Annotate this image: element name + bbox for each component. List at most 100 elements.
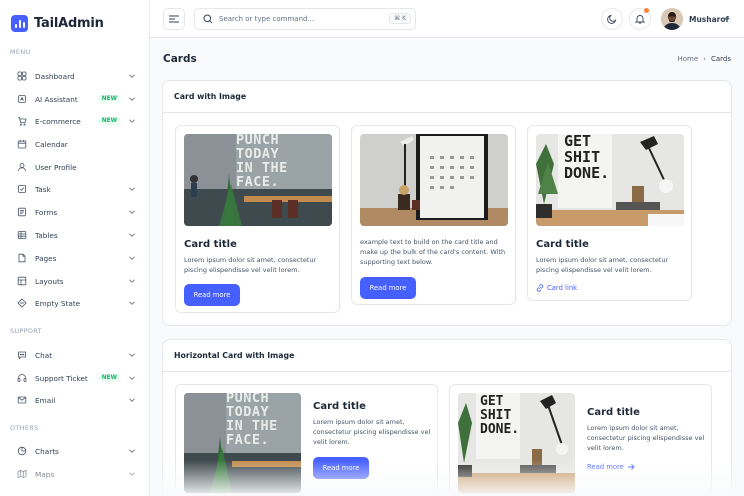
chevron-down-icon[interactable] xyxy=(128,231,136,239)
chevron-down-icon[interactable] xyxy=(128,72,136,80)
sidebar-item-email[interactable]: Email xyxy=(16,392,136,408)
sidebar-item-label: Task xyxy=(35,184,51,194)
sidebar-item-label: AI Assistant xyxy=(35,94,78,104)
logo[interactable]: TailAdmin xyxy=(11,15,104,32)
layouts-icon xyxy=(16,276,27,287)
card-text: Lorem ipsum dolor sit amet, consectetur … xyxy=(587,424,705,452)
sidebar-item-label: Support Ticket xyxy=(35,373,88,383)
mail-icon xyxy=(16,395,27,406)
chevron-down-icon[interactable] xyxy=(128,254,136,262)
image-caption: PUNCH TODAY IN THE FACE. xyxy=(236,134,288,190)
hamburger-icon xyxy=(169,15,179,23)
sidebar-item-user-profile[interactable]: User Profile xyxy=(16,159,136,175)
sidebar-item-label: Calendar xyxy=(35,139,68,149)
task-icon xyxy=(16,184,27,195)
breadcrumb-current: Cards xyxy=(710,55,731,63)
sidebar-item-calendar[interactable]: Calendar xyxy=(16,136,136,152)
notification-dot xyxy=(644,8,649,13)
sidebar-item-maps[interactable]: Maps xyxy=(16,466,136,482)
sidebar-toggle-button[interactable] xyxy=(163,8,185,30)
map-icon xyxy=(16,469,27,480)
sidebar-section-others: OTHERS xyxy=(10,424,39,432)
card-image-punch-today: PUNCH TODAY IN THE FACE. xyxy=(184,134,332,226)
sidebar-item-chat[interactable]: Chat xyxy=(16,347,136,363)
read-more-button[interactable]: Read more xyxy=(184,284,240,306)
chevron-down-icon[interactable] xyxy=(128,374,136,382)
read-more-link[interactable]: Read more xyxy=(587,463,635,471)
breadcrumb-home[interactable]: Home xyxy=(677,55,698,63)
card-link[interactable]: Card link xyxy=(536,284,577,292)
sidebar-item-empty-state[interactable]: Empty State xyxy=(16,295,136,311)
moon-icon xyxy=(607,14,617,24)
sidebar-item-tables[interactable]: Tables xyxy=(16,227,136,243)
search-input[interactable]: Search or type command... ⌘ K xyxy=(194,8,416,30)
card-text: Lorem ipsum dolor sit amet, consectetur … xyxy=(184,256,317,274)
sidebar-item-ai-assistant[interactable]: AI Assistant NEW xyxy=(16,91,136,107)
read-more-button[interactable]: Read more xyxy=(360,277,416,299)
search-icon xyxy=(203,14,213,24)
theme-toggle-button[interactable] xyxy=(601,8,623,30)
chevron-down-icon[interactable] xyxy=(723,15,731,23)
pie-chart-icon xyxy=(16,446,27,457)
card-text: example text to build on the card title … xyxy=(360,238,506,266)
sidebar-item-label: Tables xyxy=(35,230,58,240)
sidebar-item-label: Layouts xyxy=(35,276,64,286)
card-image-get-shit-done: GET SHIT DONE. xyxy=(536,134,684,226)
card-text: Lorem ipsum dolor sit amet, consectetur … xyxy=(313,418,431,446)
logo-icon xyxy=(11,15,28,32)
pages-icon xyxy=(16,253,27,264)
top-header: Search or type command... ⌘ K Musharof xyxy=(150,0,744,38)
forms-icon xyxy=(16,207,27,218)
sidebar-item-label: Maps xyxy=(35,469,55,479)
sidebar-item-pages[interactable]: Pages xyxy=(16,250,136,266)
sidebar-item-support-ticket[interactable]: Support Ticket NEW xyxy=(16,370,136,386)
table-icon xyxy=(16,230,27,241)
breadcrumb: Home › Cards xyxy=(677,55,731,63)
chat-icon xyxy=(16,350,27,361)
headset-icon xyxy=(16,373,27,384)
sidebar-section-menu: MENU xyxy=(10,48,31,56)
calendar-icon xyxy=(16,139,27,150)
image-caption: GET SHIT DONE. xyxy=(480,394,520,437)
image-caption: PUNCH TODAY IN THE FACE. xyxy=(226,393,278,448)
sidebar-item-task[interactable]: Task xyxy=(16,181,136,197)
chevron-down-icon[interactable] xyxy=(128,396,136,404)
sidebar-item-charts[interactable]: Charts xyxy=(16,443,136,459)
notifications-button[interactable] xyxy=(629,8,651,30)
chevron-down-icon[interactable] xyxy=(128,277,136,285)
sidebar-item-label: Pages xyxy=(35,253,57,263)
sidebar-item-label: Email xyxy=(35,395,56,405)
card-image-punch-today: PUNCH TODAY IN THE FACE. xyxy=(184,393,301,493)
chevron-down-icon[interactable] xyxy=(128,95,136,103)
chevron-down-icon[interactable] xyxy=(128,470,136,478)
card-title: Card title xyxy=(587,407,640,418)
sidebar-item-label: Empty State xyxy=(35,298,81,308)
card-text: Lorem ipsum dolor sit amet, consectetur … xyxy=(536,256,669,274)
new-badge: NEW xyxy=(97,117,121,125)
sidebar-item-label: E-commerce xyxy=(35,116,81,126)
horizontal-card-1: PUNCH TODAY IN THE FACE. Card title Lorem i… xyxy=(175,384,438,494)
sidebar-item-layouts[interactable]: Layouts xyxy=(16,273,136,289)
sidebar-section-support: SUPPORT xyxy=(10,327,42,335)
read-more-button[interactable]: Read more xyxy=(313,457,369,479)
bell-icon xyxy=(635,15,645,24)
empty-state-icon xyxy=(16,298,27,309)
card-title: Card title xyxy=(536,239,589,250)
chevron-down-icon[interactable] xyxy=(128,185,136,193)
chevron-down-icon[interactable] xyxy=(128,299,136,307)
arrow-right-icon xyxy=(627,464,635,470)
horizontal-card-2: GET SHIT DONE. Card title Lorem ipsum dolo… xyxy=(449,384,712,494)
breadcrumb-separator: › xyxy=(703,55,706,63)
chevron-down-icon[interactable] xyxy=(128,447,136,455)
panel-title: Horizontal Card with Image xyxy=(163,340,731,372)
chevron-down-icon[interactable] xyxy=(128,208,136,216)
new-badge: NEW xyxy=(97,95,121,103)
sidebar-item-forms[interactable]: Forms xyxy=(16,204,136,220)
chevron-down-icon[interactable] xyxy=(128,117,136,125)
app-name: TailAdmin xyxy=(34,16,104,31)
sidebar-item-e-commerce[interactable]: E-commerce NEW xyxy=(16,113,136,129)
new-badge: NEW xyxy=(97,374,121,382)
avatar[interactable] xyxy=(661,8,683,30)
chevron-down-icon[interactable] xyxy=(128,351,136,359)
sidebar-item-dashboard[interactable]: Dashboard xyxy=(16,68,136,84)
